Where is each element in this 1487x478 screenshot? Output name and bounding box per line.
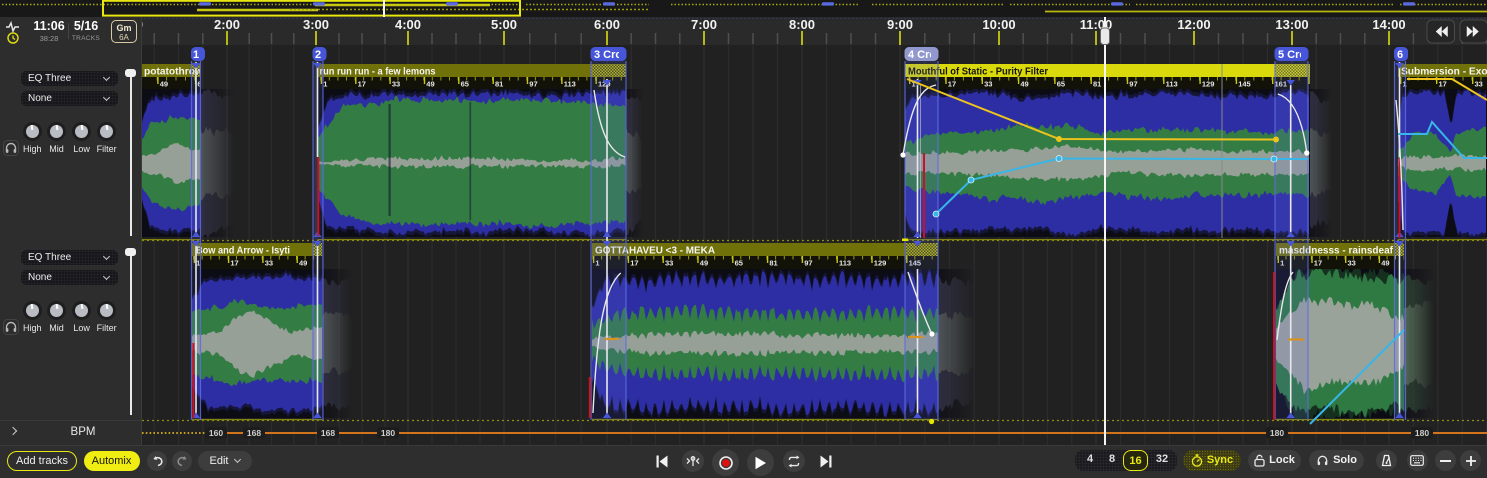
svg-text:81: 81 (495, 80, 503, 89)
svg-text:6:00: 6:00 (594, 17, 620, 32)
svg-text:65: 65 (1057, 80, 1065, 89)
svg-text:Submersion - Exod: Submersion - Exod (1401, 67, 1487, 78)
svg-text:81: 81 (1093, 80, 1101, 89)
svg-text:12:00: 12:00 (1177, 17, 1210, 32)
svg-text:49: 49 (1020, 80, 1028, 89)
svg-text:33: 33 (1348, 259, 1356, 268)
svg-text:180: 180 (1415, 428, 1429, 438)
svg-text:65: 65 (461, 80, 469, 89)
svg-text:129: 129 (1202, 80, 1215, 89)
svg-text:17: 17 (1439, 80, 1447, 89)
svg-text:49: 49 (299, 259, 307, 268)
svg-text:97: 97 (1129, 80, 1137, 89)
svg-text:7:00: 7:00 (691, 17, 717, 32)
svg-text:2:00: 2:00 (214, 17, 240, 32)
svg-text:113: 113 (1166, 80, 1178, 89)
svg-text:168: 168 (247, 428, 261, 438)
svg-text:4:00: 4:00 (395, 17, 421, 32)
svg-text:1: 1 (193, 49, 199, 61)
svg-text:8:00: 8:00 (789, 17, 815, 32)
svg-text:2: 2 (315, 49, 321, 61)
svg-text:6: 6 (1397, 49, 1403, 61)
svg-text:81: 81 (769, 259, 777, 268)
svg-text:49: 49 (700, 259, 708, 268)
svg-text:3 Cro: 3 Cro (594, 49, 622, 61)
svg-text:180: 180 (381, 428, 395, 438)
svg-text:180: 180 (1270, 428, 1284, 438)
svg-text:49: 49 (1381, 259, 1389, 268)
svg-text:97: 97 (804, 259, 812, 268)
svg-text:65: 65 (735, 259, 743, 268)
svg-text:145: 145 (1238, 80, 1251, 89)
svg-text:33: 33 (665, 259, 673, 268)
svg-text:17: 17 (230, 259, 238, 268)
svg-text:113: 113 (839, 259, 851, 268)
svg-text:33: 33 (1475, 80, 1483, 89)
svg-text:13:00: 13:00 (1275, 17, 1308, 32)
svg-text:33: 33 (392, 80, 400, 89)
svg-text:168: 168 (321, 428, 335, 438)
svg-text:160: 160 (209, 428, 223, 438)
svg-text:17: 17 (630, 259, 638, 268)
svg-text:5:00: 5:00 (491, 17, 517, 32)
svg-text:run run run - a few lemons: run run run - a few lemons (320, 67, 436, 78)
svg-text:17: 17 (1314, 259, 1322, 268)
svg-text:3:00: 3:00 (303, 17, 329, 32)
svg-text:33: 33 (265, 259, 273, 268)
svg-text:113: 113 (564, 80, 576, 89)
svg-text:10:00: 10:00 (982, 17, 1015, 32)
svg-text:Bow and Arrow - Isyti: Bow and Arrow - Isyti (196, 246, 290, 257)
svg-text:49: 49 (160, 80, 168, 89)
svg-text:9:00: 9:00 (887, 17, 913, 32)
svg-text:97: 97 (529, 80, 537, 89)
svg-text:17: 17 (948, 80, 956, 89)
svg-text:129: 129 (874, 259, 887, 268)
svg-text:33: 33 (984, 80, 992, 89)
svg-text:17: 17 (358, 80, 366, 89)
svg-text:1: 1 (323, 80, 327, 89)
svg-text:49: 49 (426, 80, 434, 89)
svg-text:14:00: 14:00 (1372, 17, 1405, 32)
